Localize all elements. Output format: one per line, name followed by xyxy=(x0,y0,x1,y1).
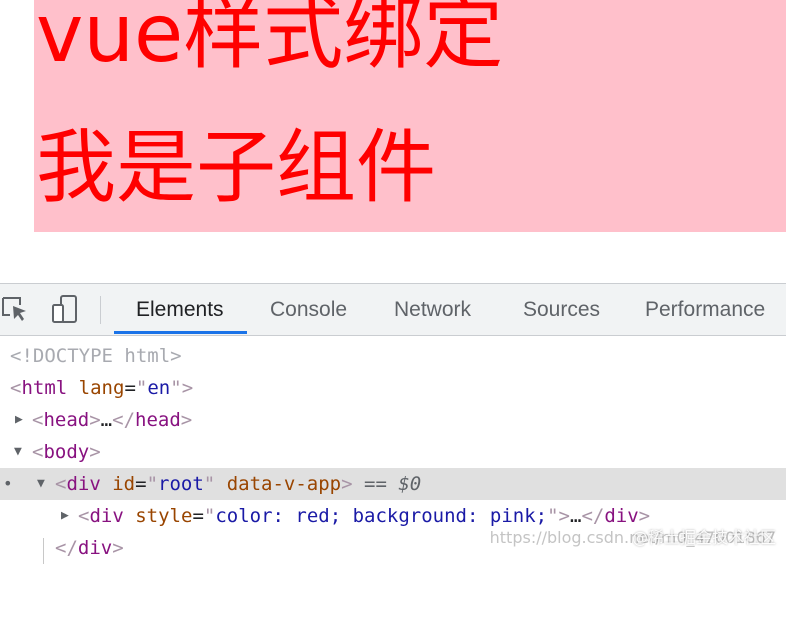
heading-vue-style-binding: vue样式绑定 xyxy=(36,0,504,80)
device-toolbar-icon[interactable] xyxy=(50,294,80,324)
tab-network[interactable]: Network xyxy=(394,284,471,333)
tab-console[interactable]: Console xyxy=(270,284,347,333)
dom-node-html[interactable]: <html lang="en"> xyxy=(0,372,786,404)
tab-elements[interactable]: Elements xyxy=(136,284,224,333)
watermark-site: @稀土掘金技术社区 xyxy=(631,528,776,547)
dom-node-root-selected[interactable]: • ▼ <div id="root" data-v-app> == $0 xyxy=(0,468,786,500)
inspect-element-icon[interactable] xyxy=(0,294,30,324)
expand-triangle-icon[interactable]: ▶ xyxy=(61,500,69,532)
active-tab-indicator xyxy=(114,331,247,334)
child-component-text: 我是子组件 xyxy=(36,121,436,214)
console-ref-marker: == $0 xyxy=(364,473,422,495)
tab-performance[interactable]: Performance xyxy=(645,284,765,333)
selected-node-dot-icon: • xyxy=(3,474,13,493)
toolbar-separator xyxy=(100,296,101,324)
expand-triangle-icon[interactable]: ▶ xyxy=(15,404,23,436)
dom-node-body[interactable]: ▼ <body> xyxy=(0,436,786,468)
watermark: https://blog.csdn.net/m0_47001867 @稀土掘金技… xyxy=(490,528,776,547)
devtools-panel: Elements Console Network Sources Perform… xyxy=(0,283,786,564)
dom-node-doctype[interactable]: <!DOCTYPE html> xyxy=(0,340,786,372)
collapse-triangle-icon[interactable]: ▼ xyxy=(14,436,22,468)
tab-sources[interactable]: Sources xyxy=(523,284,600,333)
collapse-triangle-icon[interactable]: ▼ xyxy=(37,468,45,500)
page-preview: vue样式绑定 我是子组件 xyxy=(34,0,786,232)
indent-guide-line xyxy=(43,538,44,564)
devtools-tabbar: Elements Console Network Sources Perform… xyxy=(0,284,786,336)
dom-node-head[interactable]: ▶ <head>…</head> xyxy=(0,404,786,436)
